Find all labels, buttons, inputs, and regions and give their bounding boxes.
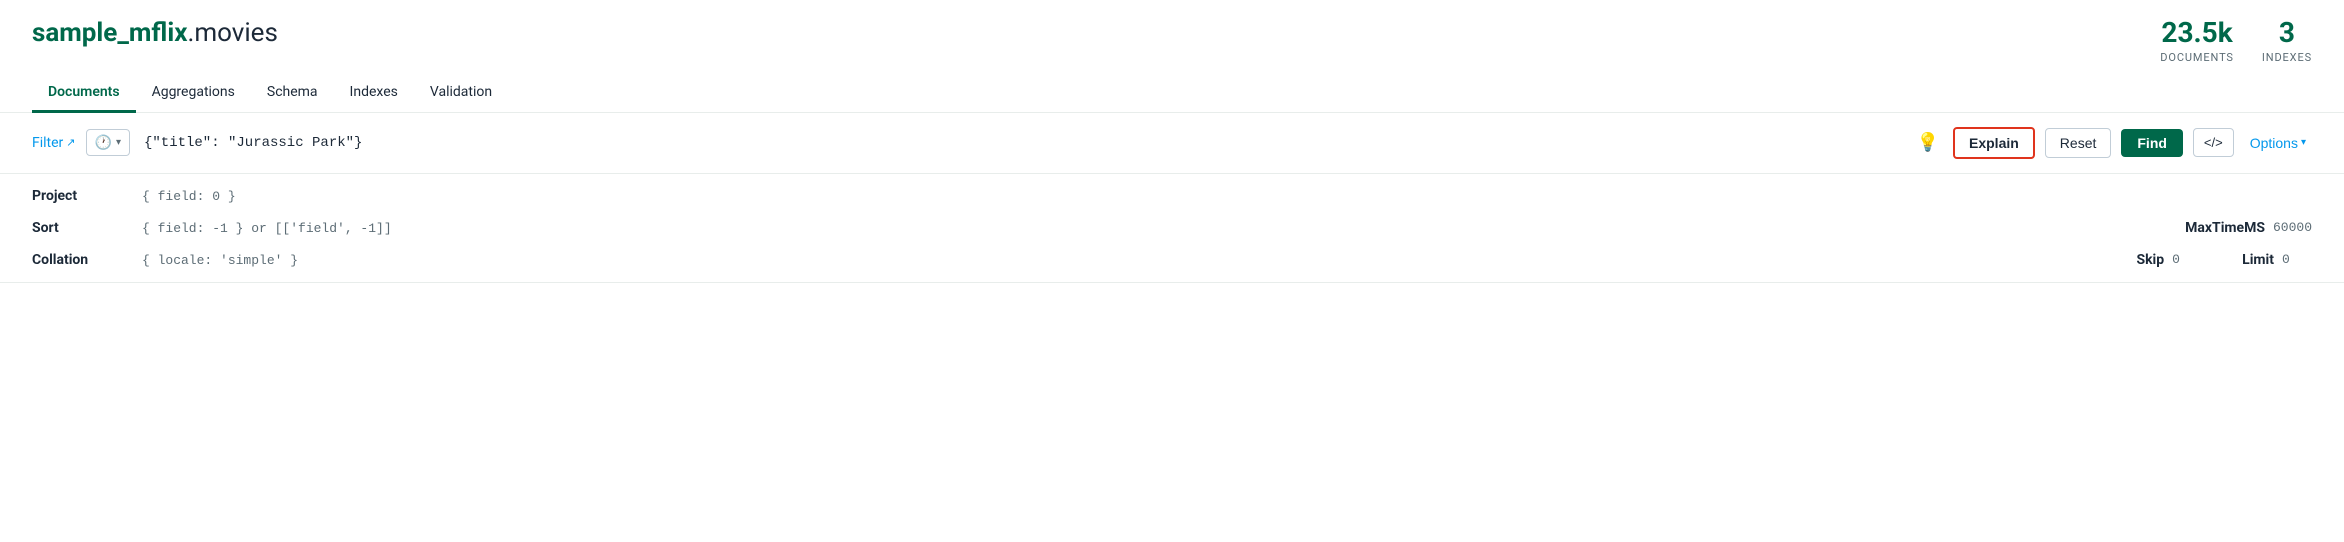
query-options: Project { field: 0 } Sort { field: -1 } … — [0, 174, 2344, 283]
history-button[interactable]: 🕐 ▾ — [86, 129, 130, 156]
bulb-icon: 💡 — [1917, 132, 1939, 153]
documents-stat: 23.5k DOCUMENTS — [2160, 18, 2234, 64]
reset-button[interactable]: Reset — [2045, 128, 2112, 158]
tab-indexes[interactable]: Indexes — [334, 74, 414, 113]
tab-documents[interactable]: Documents — [32, 74, 136, 113]
collation-value: { locale: 'simple' } — [142, 253, 2136, 268]
max-time-value: 60000 — [2273, 220, 2312, 235]
indexes-value: 3 — [2279, 18, 2295, 49]
bulb-button[interactable]: 💡 — [1913, 128, 1943, 157]
collation-row: Collation { locale: 'simple' } Skip 0 Li… — [32, 252, 2312, 268]
tab-schema[interactable]: Schema — [251, 74, 334, 113]
project-label: Project — [32, 188, 142, 204]
collection-title: sample_mflix.movies — [32, 18, 278, 48]
stats-container: 23.5k DOCUMENTS 3 INDEXES — [2160, 18, 2312, 64]
options-caret-icon: ▾ — [2301, 137, 2306, 148]
collation-label: Collation — [32, 252, 142, 268]
sort-value: { field: -1 } or [['field', -1]] — [142, 221, 2185, 236]
code-button[interactable]: </> — [2193, 128, 2234, 157]
find-button[interactable]: Find — [2121, 129, 2183, 157]
filter-bar: Filter↗ 🕐 ▾ 💡 Explain Reset Find </> Opt… — [0, 113, 2344, 174]
skip-limit-group: Skip 0 Limit 0 — [2136, 252, 2312, 268]
db-name: sample_mflix — [32, 18, 187, 48]
options-button[interactable]: Options ▾ — [2244, 131, 2312, 155]
skip-label: Skip — [2136, 252, 2164, 268]
top-bar: sample_mflix.movies 23.5k DOCUMENTS 3 IN… — [0, 0, 2344, 64]
indexes-stat: 3 INDEXES — [2262, 18, 2312, 64]
sort-row: Sort { field: -1 } or [['field', -1]] Ma… — [32, 220, 2312, 236]
filter-input[interactable] — [140, 133, 1020, 153]
documents-label: DOCUMENTS — [2160, 51, 2234, 64]
indexes-label: INDEXES — [2262, 51, 2312, 64]
max-time-label: MaxTimeMS — [2185, 220, 2265, 236]
explain-button[interactable]: Explain — [1953, 127, 2035, 159]
project-value: { field: 0 } — [142, 189, 2312, 204]
max-time-group: MaxTimeMS 60000 — [2185, 220, 2312, 236]
external-link-icon: ↗ — [66, 136, 75, 149]
tab-validation[interactable]: Validation — [414, 74, 508, 113]
limit-label: Limit — [2242, 252, 2274, 268]
project-row: Project { field: 0 } — [32, 188, 2312, 204]
filter-link[interactable]: Filter↗ — [32, 135, 76, 151]
documents-value: 23.5k — [2161, 18, 2232, 49]
caret-down-icon: ▾ — [116, 137, 121, 148]
clock-icon: 🕐 — [95, 134, 112, 151]
collection-name: movies — [194, 18, 278, 48]
sort-label: Sort — [32, 220, 142, 236]
limit-value: 0 — [2282, 252, 2312, 267]
skip-value: 0 — [2172, 252, 2202, 267]
tab-aggregations[interactable]: Aggregations — [136, 74, 251, 113]
tab-nav: Documents Aggregations Schema Indexes Va… — [0, 74, 2344, 113]
